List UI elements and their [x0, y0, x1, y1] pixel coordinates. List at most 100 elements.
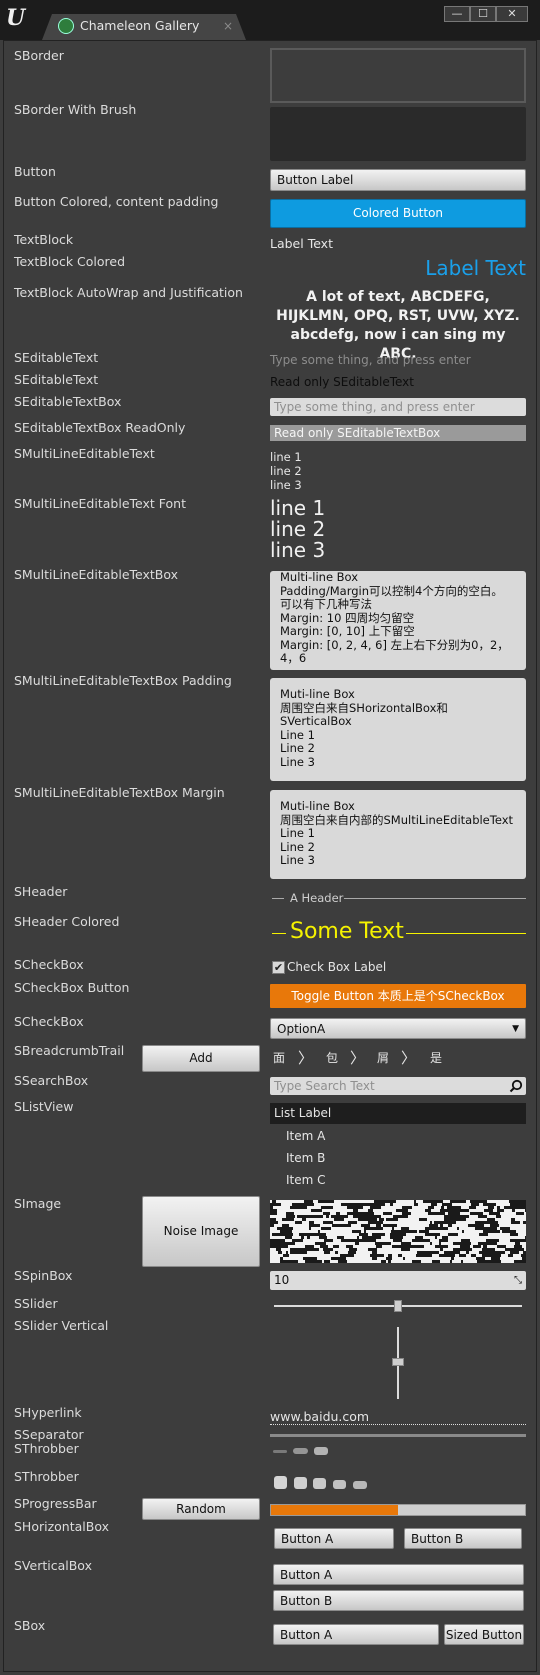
label-smultiline-box-margin: SMultiLineEditableTextBox Margin: [14, 785, 225, 800]
label-button-colored: Button Colored, content padding: [14, 194, 219, 209]
header-line-left: [272, 898, 284, 899]
label-smultiline-font: SMultiLineEditableText Font: [14, 496, 186, 511]
minimize-button[interactable]: —: [444, 6, 470, 22]
label-sbox: SBox: [14, 1618, 46, 1633]
label-scheckbox-button: SCheckBox Button: [14, 980, 130, 995]
toggle-button[interactable]: Toggle Button 本质上是个SCheckBox: [270, 984, 526, 1008]
label-scheckbox-2: SCheckBox: [14, 1014, 84, 1029]
editable-text-readonly: Read only SEditableText: [270, 375, 414, 389]
label-seditabletext: SEditableText: [14, 350, 99, 365]
progress-bar: [270, 1504, 526, 1516]
checkbox[interactable]: ✔: [272, 961, 285, 974]
maximize-button[interactable]: ☐: [470, 6, 496, 22]
label-sseparator: SSeparator: [14, 1427, 84, 1442]
chameleon-icon: [58, 18, 74, 34]
spin-value: 10: [274, 1273, 290, 1287]
label-button: Button: [14, 164, 56, 179]
label-seditabletextbox-readonly: SEditableTextBox ReadOnly: [14, 420, 186, 435]
label-textblock-autowrap: TextBlock AutoWrap and Justification: [14, 285, 243, 300]
throbber-piece: [313, 1478, 326, 1489]
header-colored-line-right: [406, 933, 526, 934]
breadcrumb-item-2[interactable]: 包: [326, 1049, 338, 1066]
header-colored-text: Some Text: [290, 919, 404, 944]
vbox-button-a[interactable]: Button A: [273, 1564, 524, 1585]
editable-text-input[interactable]: Type some thing, and press enter: [270, 353, 471, 367]
combo-box[interactable]: OptionA ▼: [270, 1018, 526, 1039]
combo-selected: OptionA: [277, 1022, 326, 1036]
label-text: Label Text: [270, 236, 333, 251]
button-label[interactable]: Button Label: [270, 169, 526, 191]
label-text-colored: Label Text: [425, 256, 526, 280]
vbox-button-b[interactable]: Button B: [273, 1590, 524, 1611]
editable-textbox-readonly: Read only SEditableTextBox: [270, 425, 526, 441]
hbox-button-a[interactable]: Button A: [274, 1528, 394, 1549]
random-button[interactable]: Random: [142, 1498, 260, 1520]
colored-button[interactable]: Colored Button: [270, 199, 526, 228]
editable-textbox-input[interactable]: Type some thing, and press enter: [270, 398, 526, 416]
label-sheader-colored: SHeader Colored: [14, 914, 120, 929]
label-sheader: SHeader: [14, 884, 68, 899]
multiline-textbox[interactable]: Multi-line Box Padding/Margin可以控制4个方向的空白…: [270, 570, 526, 670]
hbox-button-b[interactable]: Button B: [404, 1528, 522, 1549]
label-slistview: SListView: [14, 1099, 74, 1114]
breadcrumb-item-4[interactable]: 是: [430, 1049, 442, 1066]
multiline-text-font[interactable]: line 1 line 2 line 3: [270, 498, 325, 561]
throbber-piece: [314, 1447, 328, 1455]
search-input[interactable]: Type Search Text: [270, 1077, 526, 1095]
chevron-right-icon: 〉: [350, 1049, 366, 1067]
label-sslider: SSlider: [14, 1296, 58, 1311]
label-smultiline-box-padding: SMultiLineEditableTextBox Padding: [14, 673, 232, 688]
throbber-piece: [353, 1481, 367, 1489]
separator: [270, 1434, 526, 1437]
throbber-piece: [293, 1448, 308, 1454]
chevron-right-icon: 〉: [298, 1049, 314, 1067]
multiline-text[interactable]: line 1 line 2 line 3: [270, 450, 302, 492]
vertical-slider-handle[interactable]: [392, 1358, 404, 1366]
header-colored-line-left: [272, 933, 286, 934]
spin-box[interactable]: 10 ⤡: [270, 1271, 526, 1290]
sborder-brush-widget: [270, 107, 526, 161]
tab-title: Chameleon Gallery: [80, 18, 200, 33]
slider-handle[interactable]: [394, 1300, 402, 1312]
label-sthrobber-2: SThrobber: [14, 1469, 79, 1484]
multiline-textbox-margin[interactable]: Muti-line Box 周围空白来自内部的SMultiLineEditabl…: [270, 790, 526, 879]
label-seditabletext-2: SEditableText: [14, 372, 99, 387]
throbber-piece: [274, 1476, 287, 1489]
label-simage: SImage: [14, 1196, 62, 1211]
list-item[interactable]: Item C: [286, 1173, 326, 1187]
label-ssearchbox: SSearchBox: [14, 1073, 89, 1088]
breadcrumb-item-1[interactable]: 面: [273, 1049, 285, 1066]
label-sbreadcrumb: SBreadcrumbTrail: [14, 1043, 125, 1058]
label-smultiline-box: SMultiLineEditableTextBox: [14, 567, 179, 582]
noise-image-button[interactable]: Noise Image: [142, 1196, 260, 1267]
breadcrumb-item-3[interactable]: 屑: [377, 1049, 389, 1066]
chevron-down-icon: ▼: [512, 1024, 519, 1034]
resize-arrows-icon: ⤡: [514, 1275, 522, 1286]
close-button[interactable]: ✕: [496, 6, 528, 22]
noise-image: [270, 1200, 526, 1263]
sbox-button-a[interactable]: Button A: [273, 1624, 439, 1645]
list-item[interactable]: Item A: [286, 1129, 325, 1143]
sized-button[interactable]: Sized Button: [444, 1624, 524, 1645]
label-textblock: TextBlock: [14, 232, 74, 247]
hyperlink[interactable]: www.baidu.com: [270, 1409, 369, 1424]
search-placeholder: Type Search Text: [274, 1079, 375, 1093]
label-scheckbox: SCheckBox: [14, 957, 84, 972]
header-line-right: [344, 898, 526, 899]
label-shyperlink: SHyperlink: [14, 1405, 82, 1420]
sborder-widget: [270, 48, 526, 103]
hyperlink-underline: [270, 1424, 526, 1425]
search-icon[interactable]: [509, 1079, 523, 1093]
throbber-piece: [333, 1480, 346, 1489]
label-sthrobber: SThrobber: [14, 1441, 79, 1456]
add-button[interactable]: Add: [142, 1045, 260, 1072]
throbber-piece: [273, 1450, 287, 1453]
throbber-piece: [294, 1477, 307, 1489]
list-header: List Label: [270, 1103, 526, 1124]
list-item[interactable]: Item B: [286, 1151, 325, 1165]
multiline-textbox-padding[interactable]: Muti-line Box 周围空白来自SHorizontalBox和 SVer…: [270, 678, 526, 781]
unreal-logo-icon: U: [6, 5, 26, 31]
label-seditabletextbox: SEditableTextBox: [14, 394, 122, 409]
tab-close-icon[interactable]: ×: [223, 19, 233, 33]
progress-fill: [271, 1505, 398, 1515]
